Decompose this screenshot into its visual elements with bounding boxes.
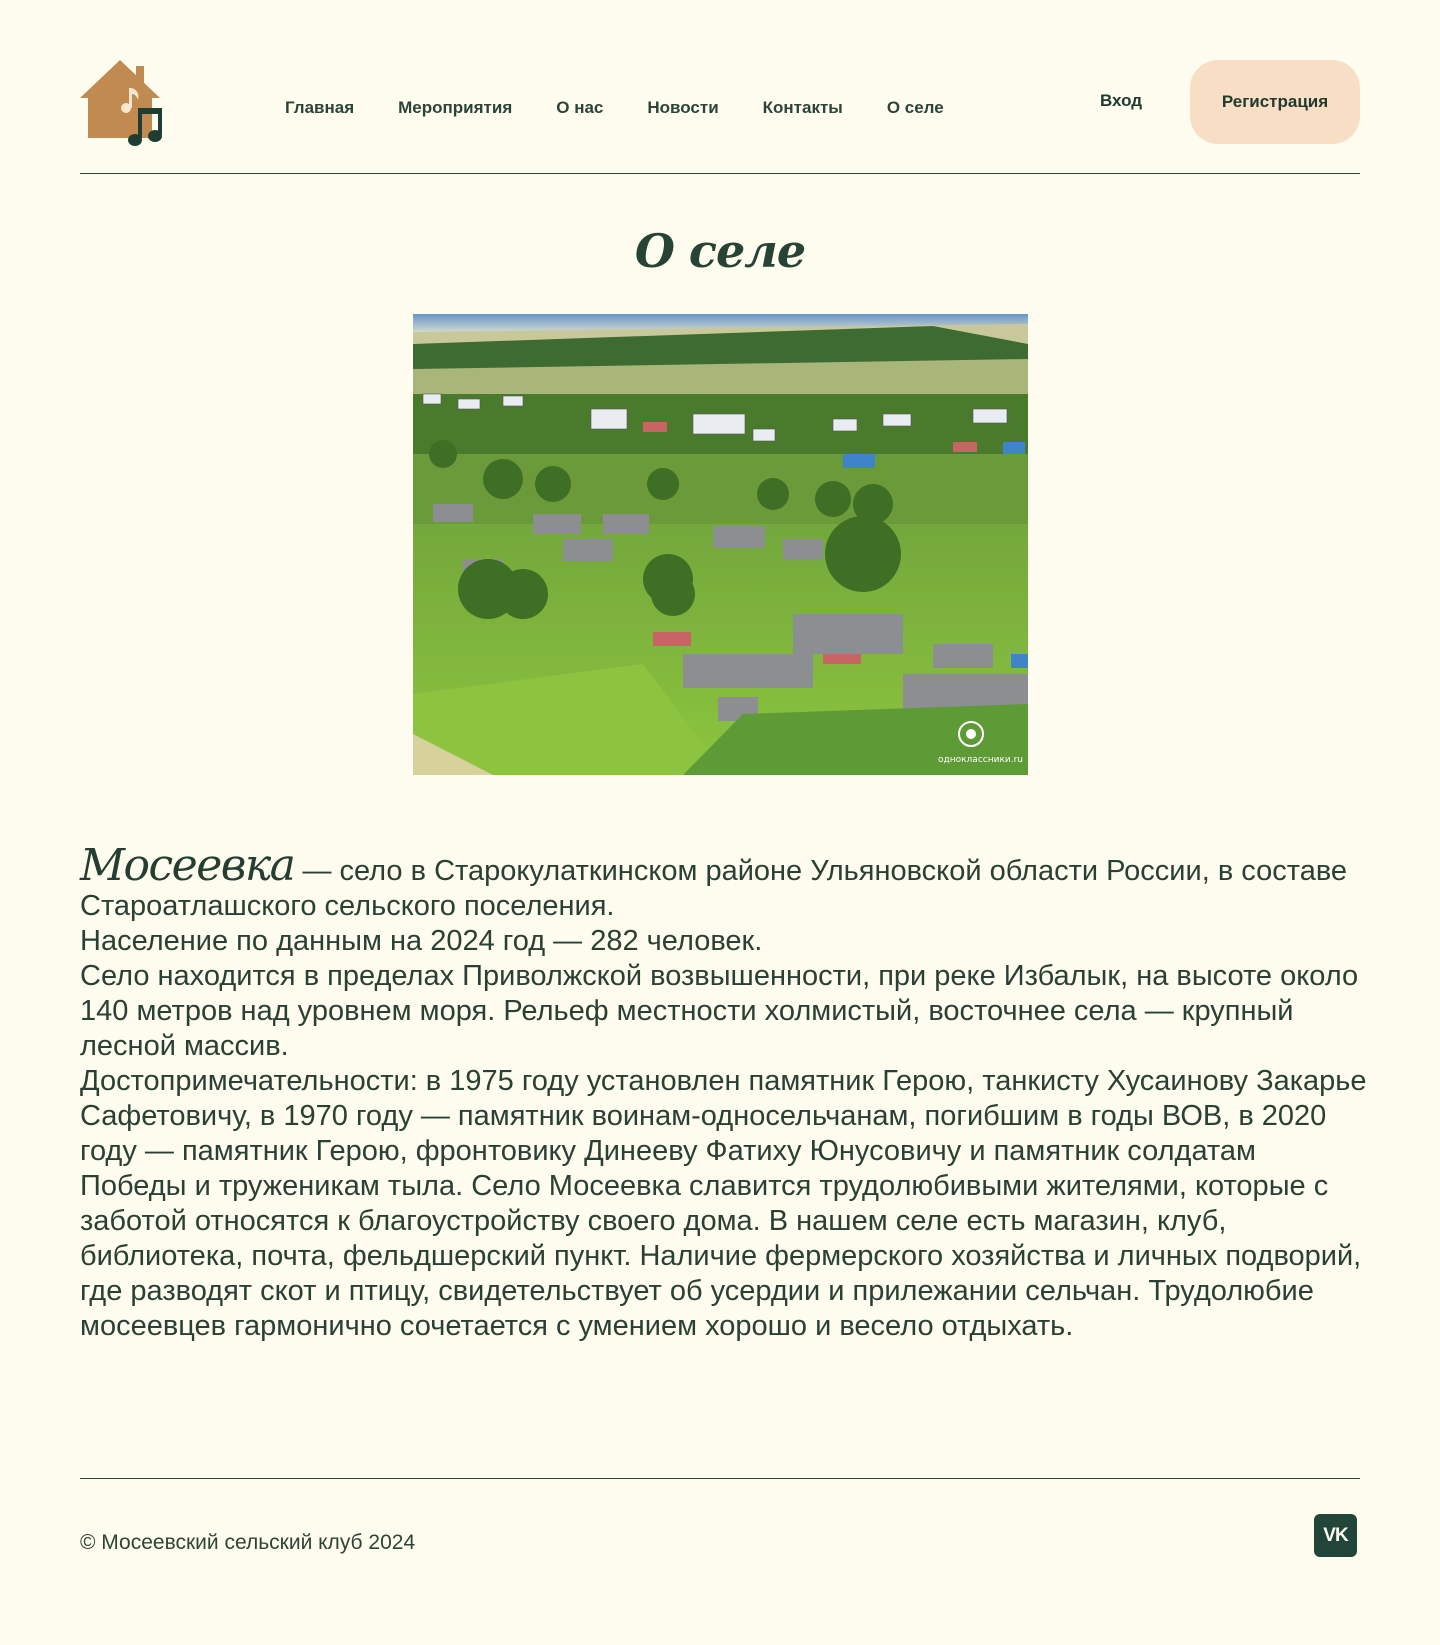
village-description: Мосеевка — село в Старокулаткинском райо… — [80, 844, 1370, 1344]
register-button[interactable]: Регистрация — [1190, 60, 1360, 144]
nav-home[interactable]: Главная — [285, 98, 354, 118]
header-divider — [80, 173, 1360, 174]
main-nav: Главная Мероприятия О нас Новости Контак… — [285, 98, 988, 118]
nav-village[interactable]: О селе — [887, 98, 944, 118]
village-photo: одноклассники.ru — [413, 314, 1028, 775]
site-header: Главная Мероприятия О нас Новости Контак… — [80, 58, 1360, 148]
login-link[interactable]: Вход — [1100, 91, 1142, 111]
vk-icon[interactable]: VK — [1314, 1514, 1357, 1557]
vk-label: VK — [1323, 1524, 1348, 1546]
nav-contacts[interactable]: Контакты — [763, 98, 843, 118]
landmarks-paragraph: Достопримечательности: в 1975 году устан… — [80, 1065, 1367, 1342]
nav-about[interactable]: О нас — [556, 98, 603, 118]
nav-events[interactable]: Мероприятия — [398, 98, 512, 118]
geography-paragraph: Село находится в пределах Приволжской во… — [80, 960, 1359, 1062]
copyright-text: © Мосеевский сельский клуб 2024 — [80, 1531, 416, 1554]
house-music-logo-icon[interactable] — [80, 58, 166, 148]
population-paragraph: Население по данным на 2024 год — 282 че… — [80, 925, 763, 957]
intro-paragraph: Мосеевка — село в Старокулаткинском райо… — [80, 844, 1370, 924]
svg-text:одноклассники.ru: одноклассники.ru — [938, 755, 1023, 765]
footer-divider — [80, 1478, 1360, 1479]
nav-news[interactable]: Новости — [647, 98, 718, 118]
page-title: О селе — [634, 224, 806, 278]
village-name: Мосеевка — [80, 840, 296, 891]
